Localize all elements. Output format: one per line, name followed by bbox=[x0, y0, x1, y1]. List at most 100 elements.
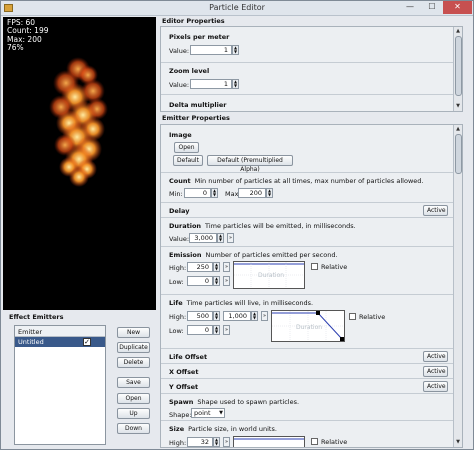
emitter-scrollbar[interactable]: ▲ ▼ bbox=[453, 125, 462, 447]
emission-high-input[interactable]: 250 bbox=[187, 262, 213, 272]
duration-input[interactable]: 3,000 bbox=[189, 233, 217, 243]
life-low-input[interactable]: 0 bbox=[187, 325, 213, 335]
duration-row: Duration Time particles will be emitted, … bbox=[161, 218, 462, 247]
duplicate-emitter-button[interactable]: Duplicate bbox=[117, 342, 150, 353]
effect-emitters-panel: Effect Emitters Emitter Untitled ✓ New D… bbox=[3, 311, 156, 449]
spinner-arrows-icon[interactable]: ▲ ▼ bbox=[266, 188, 273, 198]
life-relative-label: Relative bbox=[359, 313, 386, 321]
editor-properties-title: Editor Properties bbox=[162, 17, 225, 25]
count-description: Min number of particles at all times, ma… bbox=[194, 177, 424, 185]
expand-icon[interactable]: » bbox=[261, 311, 268, 321]
life-offset-label: Life Offset bbox=[169, 353, 208, 361]
spawn-heading: Spawn Shape used to spawn particles. bbox=[169, 398, 299, 406]
expand-icon[interactable]: » bbox=[223, 437, 230, 447]
life-high-max-input[interactable]: 1,000 bbox=[223, 311, 251, 321]
duration-heading: Duration Time particles will be emitted, … bbox=[169, 222, 356, 230]
emission-relative-checkbox[interactable] bbox=[311, 263, 318, 270]
spinner-arrows-icon[interactable]: ▲ ▼ bbox=[217, 233, 224, 243]
save-button[interactable]: Save bbox=[117, 377, 150, 388]
life-description: Time particles will live, in millisecond… bbox=[186, 299, 314, 307]
size-heading: Size Particle size, in world units. bbox=[169, 425, 277, 433]
spawn-description: Shape used to spawn particles. bbox=[197, 398, 300, 406]
image-label: Image bbox=[169, 131, 192, 139]
scroll-up-arrow-icon[interactable]: ▲ bbox=[454, 27, 462, 35]
life-relative-checkbox[interactable] bbox=[349, 313, 356, 320]
move-down-button[interactable]: Down bbox=[117, 423, 150, 434]
life-graph[interactable]: Duration bbox=[271, 310, 345, 342]
minimize-button[interactable]: — bbox=[399, 1, 421, 14]
spinner-arrows-icon[interactable]: ▲ ▼ bbox=[213, 276, 220, 286]
life-high-input[interactable]: 500 bbox=[187, 311, 213, 321]
delay-label: Delay bbox=[169, 207, 190, 215]
scroll-down-arrow-icon[interactable]: ▼ bbox=[454, 438, 462, 446]
particle-preview-canvas[interactable]: FPS: 60 Count: 199 Max: 200 76% bbox=[3, 17, 156, 310]
scrollbar-thumb[interactable] bbox=[455, 36, 462, 96]
spinner-arrows-icon[interactable]: ▲ ▼ bbox=[213, 325, 220, 335]
spawn-shape-select[interactable]: point ▼ bbox=[191, 408, 225, 418]
zoom-level-label: Zoom level bbox=[169, 67, 210, 75]
emitter-enabled-checkbox[interactable]: ✓ bbox=[83, 338, 91, 346]
count-min-input[interactable]: 0 bbox=[184, 188, 211, 198]
size-graph-curve bbox=[234, 438, 304, 440]
pixels-per-meter-input[interactable]: 1 bbox=[190, 45, 232, 55]
x-offset-label: X Offset bbox=[169, 368, 199, 376]
new-emitter-button[interactable]: New bbox=[117, 327, 150, 338]
y-offset-active-button[interactable]: Active bbox=[423, 381, 448, 392]
spawn-shape-value: point bbox=[194, 409, 211, 417]
life-graph-label: Duration bbox=[296, 324, 323, 331]
scroll-up-arrow-icon[interactable]: ▲ bbox=[454, 125, 462, 133]
close-button[interactable]: ✕ bbox=[443, 1, 472, 14]
emission-graph[interactable]: Duration bbox=[233, 261, 305, 289]
move-up-button[interactable]: Up bbox=[117, 408, 150, 419]
delete-emitter-button[interactable]: Delete bbox=[117, 357, 150, 368]
value-label: Value: bbox=[169, 81, 190, 89]
expand-icon[interactable]: » bbox=[227, 233, 234, 243]
count-row: Count Min number of particles at all time… bbox=[161, 173, 462, 203]
spinner-arrows-icon[interactable]: ▲ ▼ bbox=[213, 437, 220, 447]
scrollbar-thumb[interactable] bbox=[455, 134, 462, 174]
maximize-button[interactable]: ☐ bbox=[421, 1, 443, 14]
life-row: Life Time particles will live, in millise… bbox=[161, 295, 462, 349]
zoom-level-input[interactable]: 1 bbox=[190, 79, 232, 89]
emitter-row[interactable]: Untitled ✓ bbox=[15, 337, 105, 347]
emission-low-input[interactable]: 0 bbox=[187, 276, 213, 286]
stats-overlay: FPS: 60 Count: 199 Max: 200 76% bbox=[7, 18, 49, 52]
title-bar: Particle Editor — ☐ ✕ bbox=[1, 1, 473, 16]
image-default-button[interactable]: Default bbox=[173, 155, 203, 166]
life-label: Life bbox=[169, 299, 183, 307]
emitter-list[interactable]: Emitter Untitled ✓ bbox=[14, 325, 106, 445]
size-graph[interactable] bbox=[233, 436, 305, 447]
spinner-arrows-icon[interactable]: ▲ ▼ bbox=[232, 45, 239, 55]
expand-icon[interactable]: » bbox=[223, 325, 230, 335]
count-max-input[interactable]: 200 bbox=[238, 188, 266, 198]
scroll-down-arrow-icon[interactable]: ▼ bbox=[454, 102, 462, 110]
spinner-arrows-icon[interactable]: ▲ ▼ bbox=[211, 188, 218, 198]
spinner-arrows-icon[interactable]: ▲ ▼ bbox=[213, 311, 220, 321]
size-high-input[interactable]: 32 bbox=[187, 437, 213, 447]
x-offset-row: X Offset Active bbox=[161, 364, 462, 379]
high-label: High: bbox=[169, 264, 187, 272]
x-offset-active-button[interactable]: Active bbox=[423, 366, 448, 377]
spinner-arrows-icon[interactable]: ▲ ▼ bbox=[251, 311, 258, 321]
particle-editor-window: Particle Editor — ☐ ✕ FPS: 60 Count: 199… bbox=[0, 0, 474, 450]
open-button[interactable]: Open bbox=[117, 393, 150, 404]
image-open-button[interactable]: Open bbox=[174, 142, 199, 153]
spinner-arrows-icon[interactable]: ▲ ▼ bbox=[232, 79, 239, 89]
editor-scrollbar[interactable]: ▲ ▼ bbox=[453, 27, 462, 111]
spinner-arrows-icon[interactable]: ▲ ▼ bbox=[213, 262, 220, 272]
image-premultiplied-button[interactable]: Default (Premultiplied Alpha) bbox=[207, 155, 293, 173]
emission-row: Emission Number of particles emitted per … bbox=[161, 247, 462, 295]
expand-icon[interactable]: » bbox=[223, 276, 230, 286]
life-heading: Life Time particles will live, in millise… bbox=[169, 299, 313, 307]
y-offset-row: Y Offset Active bbox=[161, 379, 462, 394]
size-relative-checkbox[interactable] bbox=[311, 438, 318, 445]
life-offset-active-button[interactable]: Active bbox=[423, 351, 448, 362]
expand-icon[interactable]: » bbox=[223, 262, 230, 272]
low-label: Low: bbox=[169, 327, 184, 335]
size-row: Size Particle size, in world units. High:… bbox=[161, 421, 462, 447]
emitter-properties-title: Emitter Properties bbox=[162, 114, 230, 122]
spawn-label: Spawn bbox=[169, 398, 194, 406]
emitter-name: Untitled bbox=[18, 338, 44, 346]
delay-active-button[interactable]: Active bbox=[423, 205, 448, 216]
duration-label: Duration bbox=[169, 222, 202, 230]
